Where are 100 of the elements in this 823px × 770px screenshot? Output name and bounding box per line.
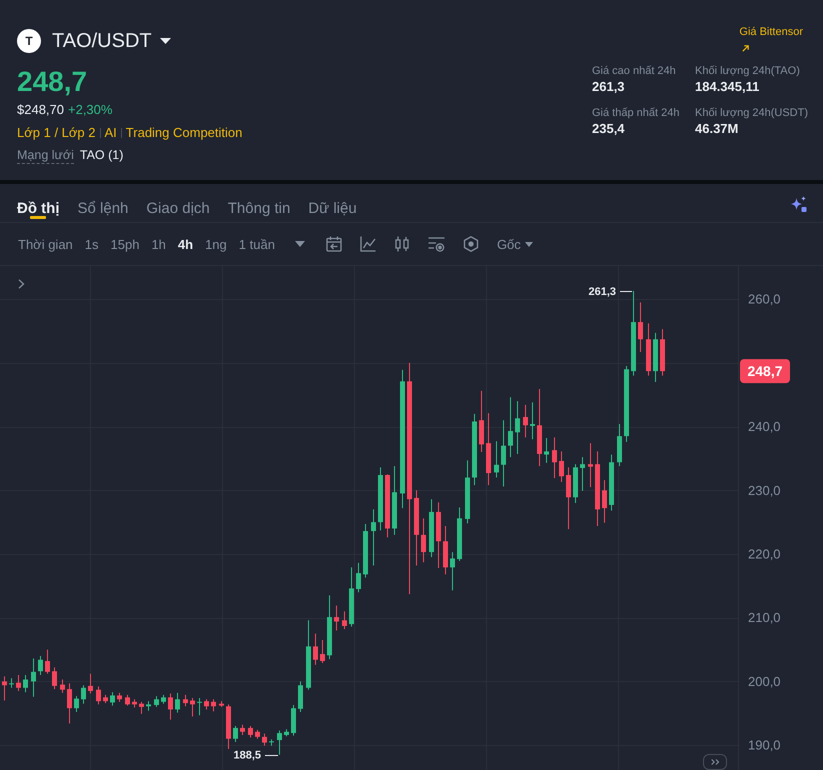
candlestick [204, 698, 209, 710]
chevron-right-icon[interactable] [18, 279, 25, 289]
interval-option[interactable]: 15ph [110, 236, 140, 252]
interval-option[interactable]: 1 tuần [238, 236, 275, 252]
candlestick [74, 696, 79, 713]
caret-down-icon[interactable] [294, 241, 305, 247]
tab[interactable]: Sổ lệnh [78, 184, 128, 222]
candlestick [146, 700, 151, 712]
stat-value: 235,4 [592, 120, 626, 138]
candlestick [638, 302, 643, 353]
hexagon-icon[interactable] [462, 236, 479, 252]
candlestick [298, 680, 303, 713]
candlestick [580, 456, 585, 492]
sparkle-icon[interactable] [790, 196, 807, 212]
price-axis-label: 240,0 [748, 419, 781, 434]
candlestick [334, 605, 339, 631]
tab[interactable]: Thông tin [228, 184, 290, 222]
candlestick [248, 726, 253, 738]
candlestick [88, 673, 93, 694]
network-label[interactable]: Mạng lưới [17, 147, 74, 164]
interval-option[interactable]: 1ng [205, 236, 227, 252]
arrow-up-right-icon[interactable] [742, 45, 750, 52]
candlestick [125, 694, 130, 706]
last-price-tag: 248,7 [740, 359, 790, 384]
candlestick [110, 692, 115, 706]
candlestick [342, 610, 347, 630]
candlestick [190, 698, 195, 717]
candlestick [2, 676, 7, 702]
price-axis-label: 220,0 [748, 546, 781, 562]
pair-selector[interactable]: TAO/USDT [52, 29, 171, 53]
candlestick [371, 508, 376, 566]
candlestick [530, 402, 535, 440]
lines-gear-icon[interactable] [428, 236, 445, 252]
stat-value: 46.37M [695, 120, 740, 138]
stat-label: Giá thấp nhất 24h [592, 106, 680, 120]
candlestick [356, 562, 361, 593]
high-price-label: 261,3 [588, 286, 616, 298]
caret-down-icon [524, 242, 533, 246]
candlestick [450, 552, 455, 591]
caret-down-icon [160, 38, 171, 44]
candlestick [38, 655, 43, 676]
stat-value: 184.345,11 [695, 78, 760, 96]
price-axis-label: 230,0 [748, 482, 781, 498]
price-axis-label: 260,0 [748, 292, 781, 307]
stat-value: 261,3 [592, 78, 626, 96]
tag-link[interactable]: Trading Competition [126, 124, 242, 142]
calendar-icon[interactable] [326, 236, 342, 252]
candlestick [494, 440, 499, 478]
price-axis-label: 210,0 [748, 610, 781, 626]
candlestick [67, 682, 72, 724]
candlestick [552, 436, 557, 479]
coin-logo: T [17, 29, 41, 53]
bittensor-price-link[interactable]: Giá Bittensor [739, 25, 803, 39]
candlestick [16, 674, 21, 692]
candlestick [23, 674, 28, 693]
stat-label: Khối lượng 24h(TAO) [695, 64, 801, 78]
candlestick [183, 694, 188, 707]
candlestick [233, 726, 238, 742]
tag-link[interactable]: Lớp 1 / Lớp 2 [17, 124, 96, 142]
candlestick [523, 404, 528, 438]
line-chart-icon[interactable] [360, 236, 376, 252]
last-price: 248,7 [17, 66, 88, 98]
tab[interactable]: Dữ liệu [308, 184, 357, 222]
scroll-to-latest-button[interactable] [703, 754, 727, 770]
leader-line [264, 755, 278, 756]
interval-option[interactable]: 1h [151, 236, 166, 252]
low-price-label: 188,5 [233, 750, 261, 762]
candlestick [559, 450, 564, 482]
usd-price: $248,70 [17, 101, 64, 119]
interval-option[interactable]: 1s [84, 236, 99, 252]
candlestick [175, 692, 180, 714]
candlestick [313, 633, 318, 666]
candlestick [60, 679, 65, 694]
stat-label: Khối lượng 24h(USDT) [695, 106, 808, 120]
price-type-dropdown[interactable]: Gốc [496, 236, 533, 252]
stat-label: Giá cao nhất 24h [592, 64, 677, 78]
tab[interactable]: Đồ thị [17, 184, 60, 222]
candlestick [139, 701, 144, 714]
leader-line [620, 291, 632, 292]
candlestick [9, 678, 14, 688]
candlestick [52, 666, 57, 690]
price-change: +2,30% [68, 101, 112, 119]
candlestick [211, 698, 216, 712]
tab[interactable]: Giao dịch [146, 184, 210, 222]
candlestick [515, 400, 520, 454]
candlestick [154, 696, 159, 708]
candlestick [602, 480, 607, 524]
candlestick [544, 438, 549, 464]
interval-option[interactable]: 4h [178, 236, 194, 252]
candlestick [277, 730, 282, 756]
candlestick [501, 420, 506, 487]
network-value: TAO (1) [80, 147, 124, 164]
candlestick-icon[interactable] [394, 236, 410, 252]
candlestick [262, 733, 267, 746]
double-chevron-icon [710, 759, 720, 765]
candlestick [240, 724, 245, 736]
price-axis-label: 200,0 [748, 674, 781, 689]
tag-link[interactable]: AI [104, 124, 117, 142]
time-label: Thời gian [18, 236, 73, 252]
candlestick [566, 466, 571, 530]
